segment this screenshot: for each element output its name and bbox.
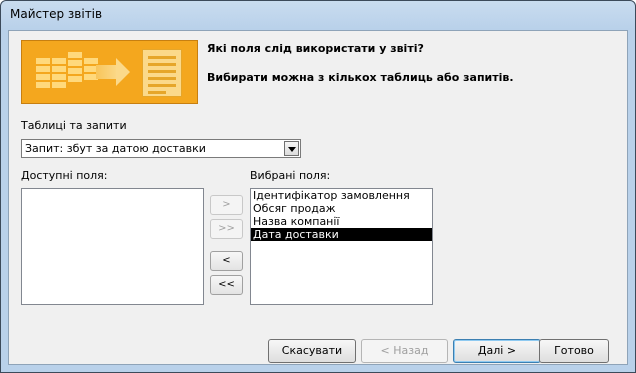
report-document-icon bbox=[142, 49, 182, 97]
list-item[interactable]: Ідентифікатор замовлення bbox=[251, 189, 432, 202]
dialog-body: Які поля слід використати у звіті? Вибир… bbox=[8, 30, 628, 365]
add-all-fields-button[interactable]: >> bbox=[210, 219, 243, 239]
tables-queries-value: Запит: збут за датою доставки bbox=[25, 142, 206, 155]
list-item[interactable]: Назва компанії bbox=[251, 215, 432, 228]
available-fields-label: Доступні поля: bbox=[21, 169, 108, 182]
dropdown-button[interactable] bbox=[284, 141, 299, 156]
list-item[interactable]: Дата доставки bbox=[251, 228, 432, 241]
add-field-button[interactable]: > bbox=[210, 195, 243, 215]
tables-queries-dropdown[interactable]: Запит: збут за датою доставки bbox=[21, 139, 301, 158]
chevron-down-icon bbox=[288, 147, 296, 152]
selected-fields-label: Вибрані поля: bbox=[250, 169, 331, 182]
next-button[interactable]: Далі > bbox=[453, 339, 541, 363]
list-item[interactable]: Обсяг продаж bbox=[251, 202, 432, 215]
arrow-head-icon bbox=[116, 58, 130, 86]
window-title: Майстер звітів bbox=[10, 7, 103, 21]
remove-all-fields-button[interactable]: << bbox=[210, 275, 243, 295]
arrow-icon bbox=[96, 65, 118, 79]
tables-queries-label: Таблиці та запити bbox=[21, 119, 127, 132]
wizard-question: Які поля слід використати у звіті? bbox=[207, 42, 424, 55]
remove-field-button[interactable]: < bbox=[210, 251, 243, 271]
selected-fields-list[interactable]: Ідентифікатор замовлення Обсяг продаж Назв… bbox=[250, 188, 433, 305]
back-button[interactable]: < Назад bbox=[361, 339, 448, 363]
report-wizard-window: Майстер звітів Які поля слід використати… bbox=[0, 0, 636, 373]
cancel-button[interactable]: Скасувати bbox=[268, 339, 356, 363]
wizard-illustration-icon bbox=[21, 40, 198, 104]
title-bar[interactable]: Майстер звітів bbox=[1, 1, 635, 29]
finish-button[interactable]: Готово bbox=[539, 339, 609, 363]
wizard-hint: Вибирати можна з кількох таблиць або зап… bbox=[207, 71, 514, 84]
available-fields-list[interactable] bbox=[21, 188, 204, 305]
